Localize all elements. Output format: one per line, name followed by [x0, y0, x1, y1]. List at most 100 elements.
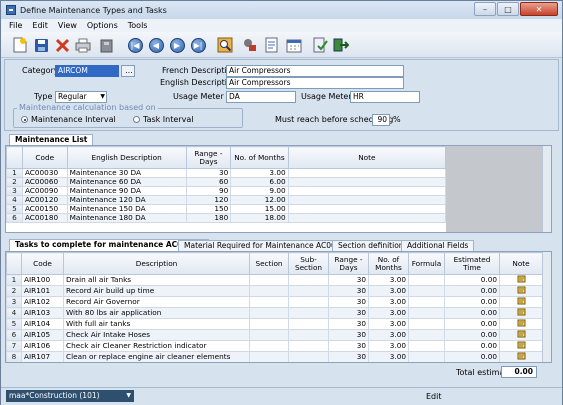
maint-range-cell[interactable]: 150 — [185, 204, 232, 214]
minimize-button[interactable]: – — [474, 2, 496, 16]
last-icon[interactable]: ▶| — [189, 36, 207, 54]
maint-months-cell[interactable]: 12.00 — [230, 195, 289, 205]
maint-months-cell[interactable]: 3.00 — [230, 168, 289, 178]
task-subsection-cell[interactable] — [288, 329, 329, 341]
task-estimated-time-cell[interactable]: 0.00 — [444, 296, 500, 308]
tasks-scrollbar[interactable] — [542, 252, 551, 362]
task-range-cell[interactable]: 30 — [328, 351, 369, 362]
note-icon[interactable] — [499, 340, 543, 352]
task-formula-cell[interactable] — [408, 296, 445, 308]
task-months-cell[interactable]: 3.00 — [368, 307, 409, 319]
task-section-cell[interactable] — [249, 318, 289, 330]
maint-description-cell[interactable]: Maintenance 90 DA — [66, 186, 187, 196]
task-range-cell[interactable]: 30 — [328, 329, 369, 341]
task-subsection-cell[interactable] — [288, 296, 329, 308]
task-estimated-time-cell[interactable]: 0.00 — [444, 274, 500, 286]
task-description-cell[interactable]: Check Air Intake Hoses — [63, 329, 250, 341]
task-section-cell[interactable] — [249, 351, 289, 362]
english-description-input[interactable]: Air Compressors — [226, 77, 404, 89]
task-subsection-cell[interactable] — [289, 363, 329, 364]
maint-range-cell[interactable]: 60 — [185, 177, 232, 187]
maint-description-cell[interactable]: Maintenance 180 DA — [66, 213, 187, 223]
task-estimated-time-cell[interactable]: 0.00 — [444, 351, 500, 362]
maintenance-row[interactable]: 6 AC00180 Maintenance 180 DA 180 18.00 — [6, 213, 447, 223]
task-estimated-time-cell[interactable]: 0.00 — [444, 340, 500, 352]
note-icon[interactable] — [499, 274, 543, 286]
maint-description-cell[interactable]: Maintenance 60 DA — [66, 177, 187, 187]
task-code-cell[interactable]: AIR107 — [21, 351, 64, 362]
task-section-cell[interactable] — [249, 307, 289, 319]
task-subsection-cell[interactable] — [288, 274, 329, 286]
maint-col-description[interactable]: English Description — [66, 146, 187, 169]
task-description-cell[interactable]: With 80 lbs air application — [63, 307, 250, 319]
task-range-cell[interactable]: 30 — [328, 307, 369, 319]
task-col-note[interactable]: Note — [499, 252, 543, 275]
task-col-description[interactable]: Description — [63, 252, 250, 275]
task-col-section[interactable]: Section — [249, 252, 289, 275]
maint-months-cell[interactable]: 6.00 — [230, 177, 289, 187]
task-formula-cell[interactable] — [408, 340, 445, 352]
task-col-months[interactable]: No. of Months — [368, 252, 409, 275]
task-formula-cell[interactable] — [408, 351, 445, 362]
maintenance-row[interactable]: 4 AC00120 Maintenance 120 DA 120 12.00 — [6, 195, 447, 205]
type-select[interactable]: Regular ▼ — [55, 91, 107, 103]
maintenance-interval-label[interactable]: Maintenance Interval — [31, 115, 116, 124]
task-row[interactable]: 4 AIR103 With 80 lbs air application 30 3.00… — [6, 307, 543, 319]
maint-code-cell[interactable]: AC00030 — [21, 168, 68, 178]
task-months-cell[interactable]: 3.00 — [368, 285, 409, 297]
note-icon[interactable] — [500, 363, 543, 364]
maint-note-cell[interactable] — [287, 195, 447, 205]
task-interval-radio[interactable] — [133, 116, 140, 123]
task-subsection-cell[interactable] — [288, 340, 329, 352]
task-code-cell[interactable]: AIR102 — [21, 296, 64, 308]
task-description-cell[interactable]: Air Compressors Governor Filter — [64, 363, 250, 364]
tools-icon[interactable] — [241, 36, 259, 54]
task-subsection-cell[interactable] — [288, 307, 329, 319]
note-icon[interactable] — [499, 285, 543, 297]
task-description-cell[interactable]: Drain all air Tanks — [63, 274, 250, 286]
menu-tools[interactable]: Tools — [128, 21, 148, 30]
tab-material[interactable]: Material Required for Maintenance AC0003… — [178, 240, 357, 251]
task-code-cell[interactable]: AIR100 — [21, 274, 64, 286]
maint-col-range-days[interactable]: Range - Days — [185, 146, 232, 169]
close-button[interactable]: ✕ — [520, 2, 558, 16]
task-formula-cell[interactable] — [409, 363, 445, 364]
maint-range-cell[interactable]: 90 — [185, 186, 232, 196]
task-formula-cell[interactable] — [408, 329, 445, 341]
french-description-input[interactable]: Air Compressors — [226, 65, 404, 77]
task-code-cell[interactable]: AIR105 — [21, 329, 64, 341]
previous-icon[interactable]: ◀ — [147, 36, 165, 54]
delete-icon[interactable] — [53, 36, 71, 54]
task-description-cell[interactable]: Record Air Governor — [63, 296, 250, 308]
maint-range-cell[interactable]: 120 — [185, 195, 232, 205]
maint-code-cell[interactable]: AC00060 — [21, 177, 68, 187]
note-icon[interactable] — [499, 329, 543, 341]
task-row[interactable]: 3 AIR102 Record Air Governor 30 3.00 0.00 — [6, 296, 543, 308]
checklist-icon[interactable] — [311, 36, 329, 54]
maintenance-row[interactable]: 5 AC00150 Maintenance 150 DA 150 15.00 — [6, 204, 447, 214]
task-section-cell[interactable] — [249, 340, 289, 352]
task-range-cell[interactable]: 30 — [329, 363, 369, 364]
task-subsection-cell[interactable] — [288, 351, 329, 362]
task-row[interactable]: 9AIR108Air Compressors Governor Filter 30… — [7, 363, 543, 364]
exit-icon[interactable] — [332, 36, 350, 54]
task-description-cell[interactable]: With full air tanks — [63, 318, 250, 330]
reach-percent-input[interactable]: 90 — [372, 114, 390, 126]
calendar-icon[interactable] — [285, 36, 303, 54]
menu-file[interactable]: File — [9, 21, 22, 30]
maint-code-cell[interactable]: AC00150 — [21, 204, 68, 214]
task-description-cell[interactable]: Check air Cleaner Restriction indicator — [63, 340, 250, 352]
task-formula-cell[interactable] — [408, 307, 445, 319]
search-icon[interactable] — [216, 36, 234, 54]
task-section-cell[interactable] — [249, 296, 289, 308]
task-range-cell[interactable]: 30 — [328, 274, 369, 286]
tab-additional-fields[interactable]: Additional Fields — [401, 240, 475, 251]
task-row[interactable]: 6 AIR105 Check Air Intake Hoses 30 3.00 0.00 — [6, 329, 543, 341]
task-formula-cell[interactable] — [408, 285, 445, 297]
maint-col-code[interactable]: Code — [21, 146, 68, 169]
menu-options[interactable]: Options — [87, 21, 118, 30]
maint-code-cell[interactable]: AC00120 — [21, 195, 68, 205]
task-estimated-time-cell[interactable]: 0.00 — [445, 363, 500, 364]
task-estimated-time-cell[interactable]: 0.00 — [444, 318, 500, 330]
maintenance-row[interactable]: 3 AC00090 Maintenance 90 DA 90 9.00 — [6, 186, 447, 196]
